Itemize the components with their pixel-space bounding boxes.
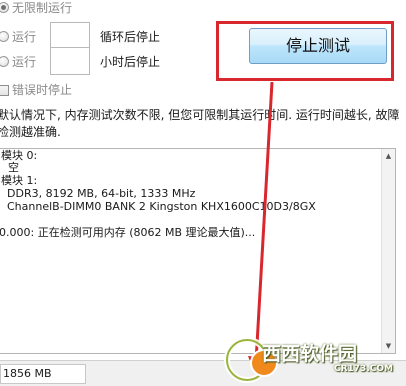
watermark-site-url: CR173.COM [334,364,393,374]
annotation-arrow [248,81,274,375]
watermark-site-name: 西西软件园 [262,343,358,365]
status-memory-field: 1856 MB [0,364,86,384]
site-watermark: 西西软件园 CR173.COM [222,333,406,386]
